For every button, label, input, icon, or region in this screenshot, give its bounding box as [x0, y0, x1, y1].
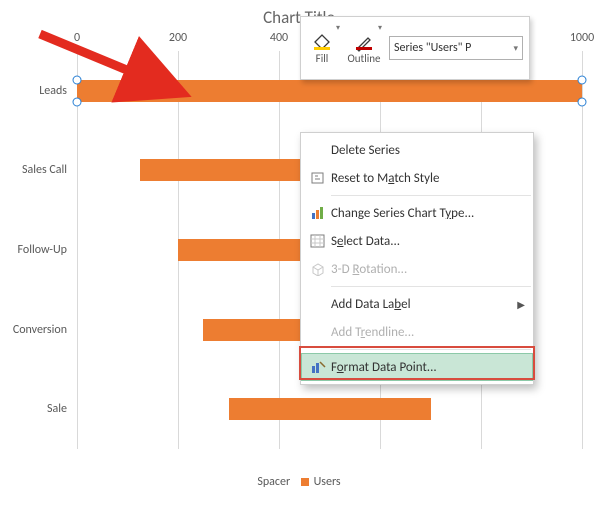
- chevron-down-icon: ▾: [513, 43, 518, 54]
- selection-handle[interactable]: [578, 98, 587, 107]
- bar-leads[interactable]: [77, 80, 582, 102]
- menu-label: Add Trendline...: [331, 325, 525, 340]
- menu-label: Select Data...: [331, 234, 525, 249]
- format-point-icon: [305, 360, 331, 374]
- bar-sale[interactable]: [229, 398, 431, 420]
- x-gridline: [77, 51, 78, 449]
- legend-entry-users[interactable]: Users: [314, 475, 341, 489]
- category-label: Follow-Up: [5, 243, 67, 257]
- submenu-arrow-icon: ▶: [517, 298, 525, 311]
- fill-button[interactable]: ▾ Fill: [301, 17, 343, 79]
- x-tick-label: 1000: [570, 31, 594, 45]
- chart-legend[interactable]: Spacer Users: [5, 475, 593, 489]
- chevron-down-icon: ▾: [336, 23, 340, 33]
- pen-icon: [354, 32, 374, 52]
- outline-button[interactable]: ▾ Outline: [343, 17, 385, 79]
- fill-label: Fill: [316, 52, 329, 65]
- series-selector-dropdown[interactable]: Series "Users" P ▾: [389, 36, 523, 60]
- legend-swatch-users: [301, 478, 309, 486]
- menu-add-data-label[interactable]: Add Data Label ▶: [301, 290, 533, 318]
- menu-label: Reset to Match Style: [331, 171, 525, 186]
- mini-format-toolbar: ▾ Fill ▾ Outline Series "Users" P ▾: [300, 16, 530, 80]
- menu-separator: [331, 349, 531, 350]
- menu-delete-series[interactable]: Delete Series: [301, 136, 533, 164]
- menu-separator: [331, 195, 531, 196]
- reset-icon: [305, 171, 331, 185]
- menu-label: Format Data Point...: [331, 360, 525, 375]
- menu-add-trendline: Add Trendline...: [301, 318, 533, 346]
- menu-select-data[interactable]: Select Data...: [301, 227, 533, 255]
- paint-bucket-icon: [312, 32, 332, 52]
- series-selector-text: Series "Users" P: [394, 41, 471, 55]
- legend-entry-spacer[interactable]: Spacer: [257, 475, 290, 489]
- x-tick-label: 200: [169, 31, 187, 45]
- menu-label: Add Data Label: [331, 297, 517, 312]
- outline-label: Outline: [347, 52, 380, 65]
- chevron-down-icon: ▾: [378, 23, 382, 33]
- menu-separator: [331, 286, 531, 287]
- menu-format-data-point[interactable]: Format Data Point...: [301, 353, 533, 381]
- category-label: Sale: [5, 402, 67, 416]
- cube-icon: [305, 262, 331, 276]
- menu-3d-rotation: 3-D Rotation...: [301, 255, 533, 283]
- x-gridline: [582, 51, 583, 449]
- menu-label: 3-D Rotation...: [331, 262, 525, 277]
- x-tick-label: 400: [270, 31, 288, 45]
- selection-handle[interactable]: [73, 98, 82, 107]
- chart-type-icon: [305, 206, 331, 220]
- menu-label: Change Series Chart Type...: [331, 206, 525, 221]
- category-label: Sales Call: [5, 163, 67, 177]
- menu-label: Delete Series: [331, 143, 525, 158]
- menu-reset-match-style[interactable]: Reset to Match Style: [301, 164, 533, 192]
- x-tick-label: 0: [74, 31, 80, 45]
- selection-handle[interactable]: [73, 76, 82, 85]
- category-label: Conversion: [5, 323, 67, 337]
- series-context-menu: Delete Series Reset to Match Style Chang…: [300, 132, 534, 385]
- category-label: Leads: [5, 84, 67, 98]
- select-data-icon: [305, 234, 331, 248]
- menu-change-chart-type[interactable]: Change Series Chart Type...: [301, 199, 533, 227]
- selection-handle[interactable]: [578, 76, 587, 85]
